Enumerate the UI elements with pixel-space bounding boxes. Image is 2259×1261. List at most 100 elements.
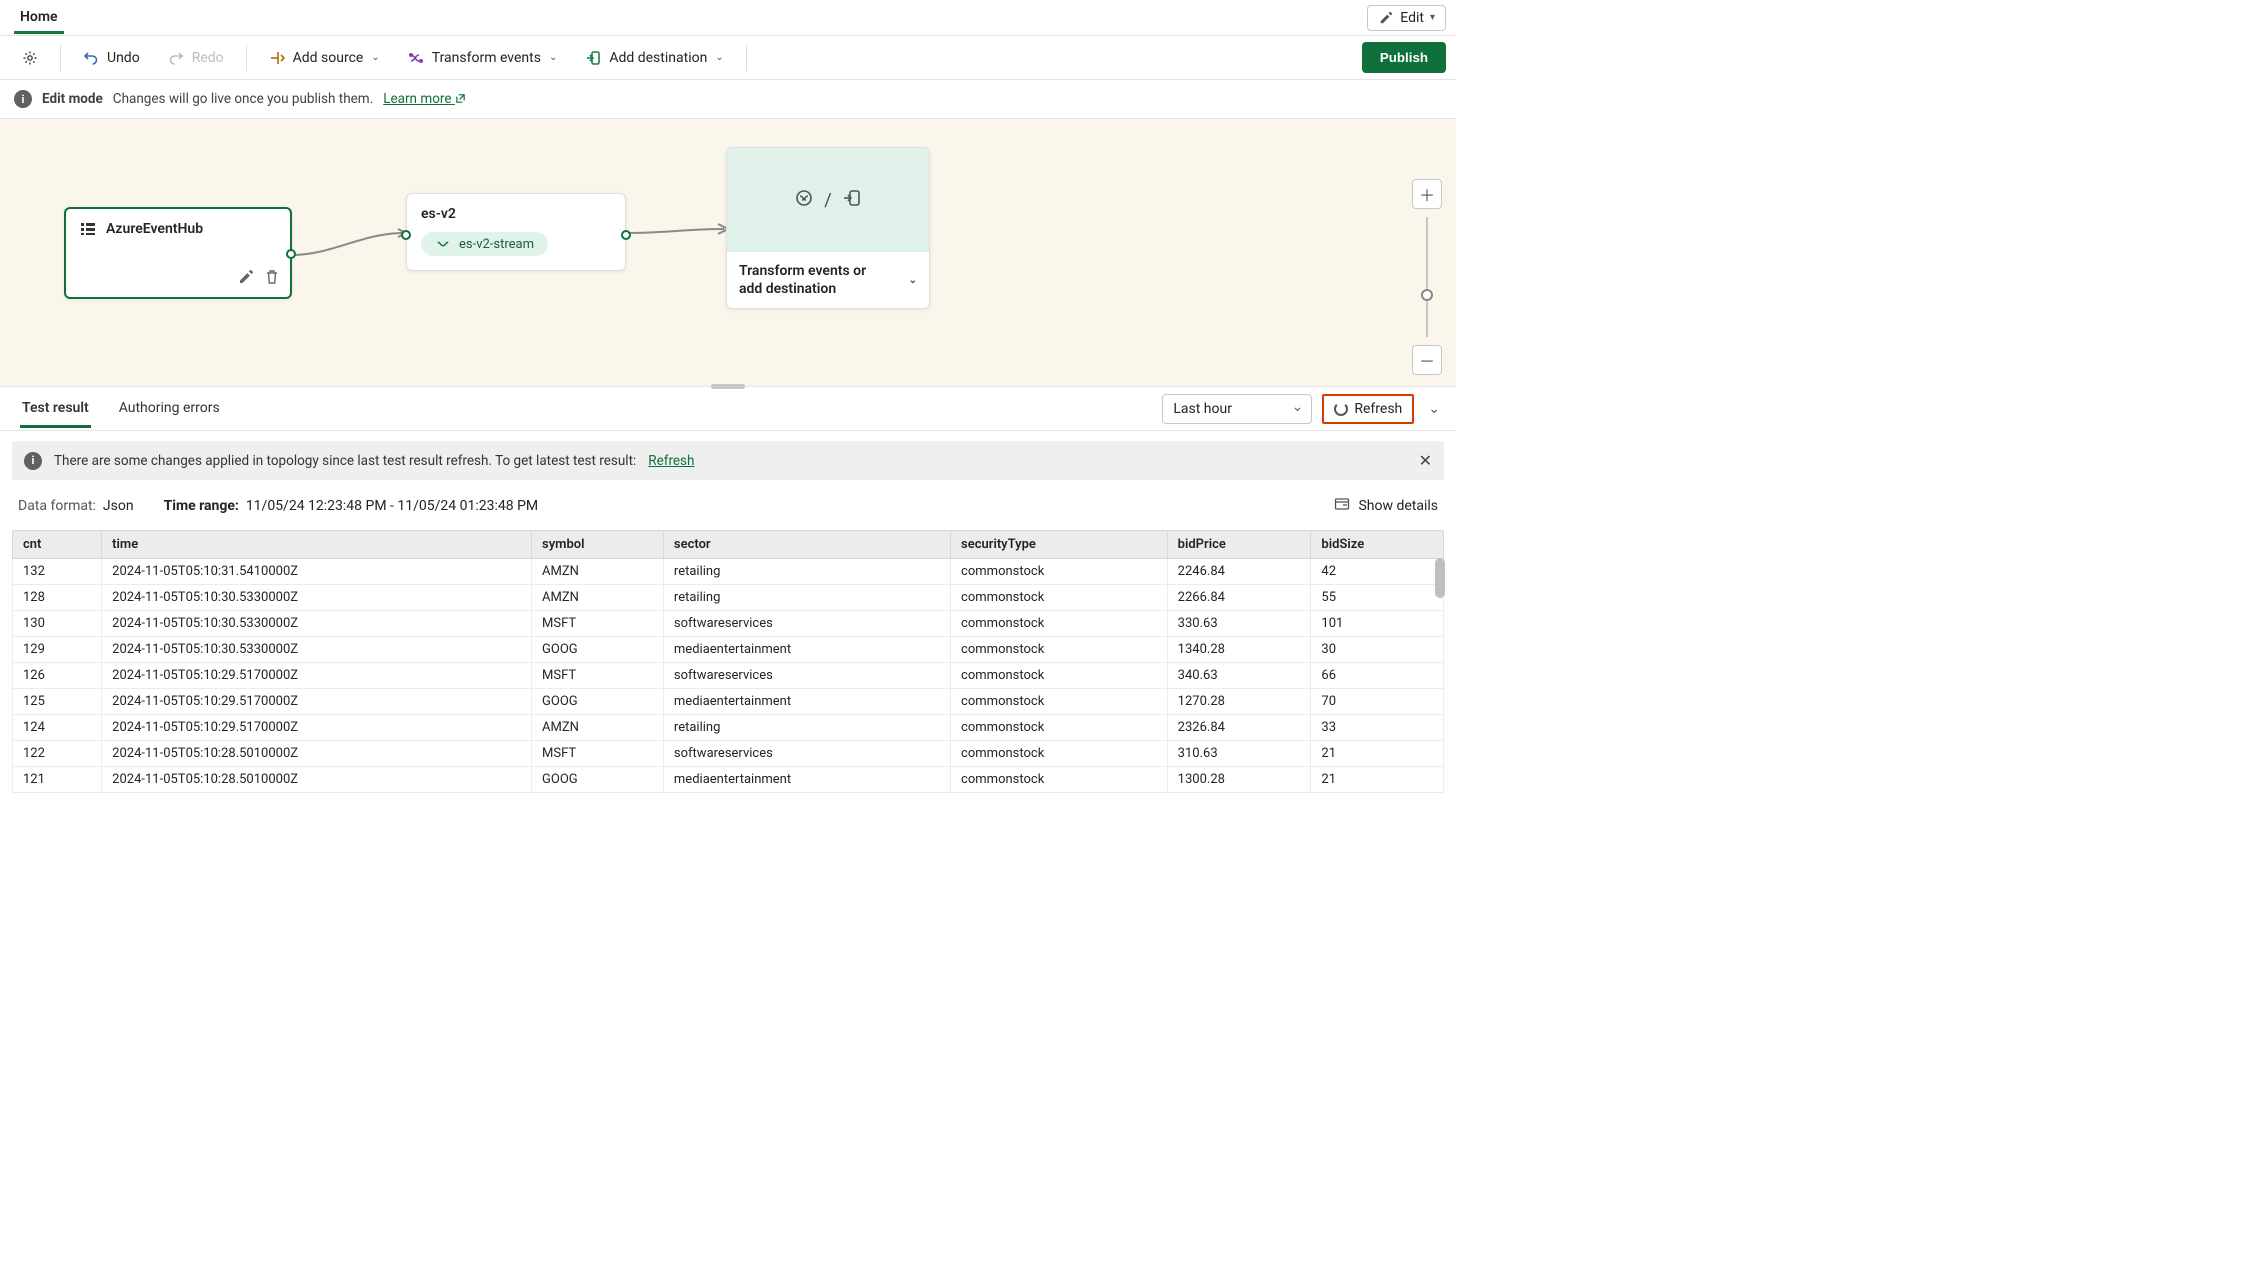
pipeline-canvas[interactable]: AzureEventHub es-v2 es-v2-stream (0, 119, 1456, 387)
add-destination-icon (585, 50, 601, 66)
column-header[interactable]: cnt (13, 531, 102, 559)
redo-label: Redo (192, 50, 224, 66)
table-cell: mediaentertainment (663, 767, 950, 793)
time-range-dropdown[interactable]: Last hour (1162, 394, 1312, 424)
table-cell: commonstock (951, 663, 1168, 689)
node-stream-esv2[interactable]: es-v2 es-v2-stream (406, 193, 626, 271)
separator (60, 45, 61, 71)
node-source-title: AzureEventHub (106, 221, 203, 237)
table-cell: 33 (1311, 715, 1444, 741)
port-out[interactable] (621, 230, 631, 240)
table-cell: commonstock (951, 741, 1168, 767)
table-cell: 55 (1311, 585, 1444, 611)
tab-home[interactable]: Home (14, 1, 64, 34)
table-row[interactable]: 1222024-11-05T05:10:28.5010000ZMSFTsoftw… (13, 741, 1444, 767)
transform-icon (408, 50, 424, 66)
transform-label: Transform events (432, 50, 541, 66)
port-out[interactable] (286, 249, 296, 259)
column-header[interactable]: bidPrice (1167, 531, 1311, 559)
table-row[interactable]: 1212024-11-05T05:10:28.5010000ZGOOGmedia… (13, 767, 1444, 793)
add-source-button[interactable]: Add source ⌄ (257, 44, 392, 72)
table-row[interactable]: 1302024-11-05T05:10:30.5330000ZMSFTsoftw… (13, 611, 1444, 637)
table-row[interactable]: 1292024-11-05T05:10:30.5330000ZGOOGmedia… (13, 637, 1444, 663)
add-source-label: Add source (293, 50, 364, 66)
column-header[interactable]: sector (663, 531, 950, 559)
table-cell: MSFT (532, 741, 664, 767)
delete-node-icon[interactable] (264, 269, 280, 289)
edit-mode-title: Edit mode (42, 91, 103, 107)
details-icon (1334, 496, 1350, 516)
tab-authoring-errors[interactable]: Authoring errors (117, 389, 222, 428)
port-in[interactable] (401, 230, 411, 240)
stale-results-banner: i There are some changes applied in topo… (12, 441, 1444, 480)
separator (246, 45, 247, 71)
refresh-menu-chevron[interactable]: ⌄ (1424, 399, 1444, 419)
table-row[interactable]: 1322024-11-05T05:10:31.5410000ZAMZNretai… (13, 559, 1444, 585)
data-format-value: Json (103, 498, 134, 514)
edit-dropdown-button[interactable]: Edit ▾ (1367, 5, 1446, 31)
table-cell: GOOG (532, 637, 664, 663)
transform-events-button[interactable]: Transform events ⌄ (396, 44, 570, 72)
transform-placeholder-icon (794, 188, 814, 213)
show-details-button[interactable]: Show details (1334, 496, 1438, 516)
separator (746, 45, 747, 71)
table-scrollbar[interactable] (1435, 558, 1445, 598)
edit-mode-message: Changes will go live once you publish th… (113, 91, 373, 107)
caret-down-icon: ⌄ (715, 52, 723, 63)
undo-icon (83, 50, 99, 66)
results-table: cnttimesymbolsectorsecurityTypebidPriceb… (12, 530, 1444, 793)
zoom-in-button[interactable]: ＋ (1412, 179, 1442, 209)
table-cell: 132 (13, 559, 102, 585)
resize-grip[interactable] (711, 384, 745, 389)
tab-test-result[interactable]: Test result (20, 389, 91, 428)
chevron-down-icon[interactable]: ⌄ (909, 274, 917, 287)
table-cell: 2024-11-05T05:10:29.5170000Z (102, 715, 532, 741)
undo-label: Undo (107, 50, 140, 66)
publish-button[interactable]: Publish (1362, 42, 1446, 73)
refresh-button-highlighted[interactable]: Refresh (1322, 394, 1414, 424)
table-cell: 1270.28 (1167, 689, 1311, 715)
column-header[interactable]: securityType (951, 531, 1168, 559)
table-cell: 125 (13, 689, 102, 715)
settings-button[interactable] (10, 44, 50, 72)
zoom-slider-thumb[interactable] (1421, 289, 1433, 301)
table-row[interactable]: 1282024-11-05T05:10:30.5330000ZAMZNretai… (13, 585, 1444, 611)
table-row[interactable]: 1252024-11-05T05:10:29.5170000ZGOOGmedia… (13, 689, 1444, 715)
table-cell: 126 (13, 663, 102, 689)
stream-chip[interactable]: es-v2-stream (421, 232, 548, 256)
table-cell: commonstock (951, 611, 1168, 637)
time-range-display: 11/05/24 12:23:48 PM - 11/05/24 01:23:48… (246, 498, 538, 514)
table-cell: mediaentertainment (663, 637, 950, 663)
table-cell: MSFT (532, 663, 664, 689)
zoom-slider[interactable] (1426, 217, 1428, 337)
node-source-azureeventhub[interactable]: AzureEventHub (64, 207, 292, 299)
stale-results-message: There are some changes applied in topolo… (54, 453, 636, 469)
redo-button[interactable]: Redo (156, 44, 236, 72)
table-cell: 2024-11-05T05:10:30.5330000Z (102, 611, 532, 637)
undo-button[interactable]: Undo (71, 44, 152, 72)
table-cell: commonstock (951, 715, 1168, 741)
table-row[interactable]: 1262024-11-05T05:10:29.5170000ZMSFTsoftw… (13, 663, 1444, 689)
add-destination-button[interactable]: Add destination ⌄ (573, 44, 735, 72)
node-target-placeholder[interactable]: / Transform events or add destination ⌄ (726, 147, 930, 309)
column-header[interactable]: time (102, 531, 532, 559)
refresh-label: Refresh (1354, 401, 1402, 417)
edit-mode-banner: i Edit mode Changes will go live once yo… (0, 80, 1456, 119)
add-destination-label: Add destination (609, 50, 707, 66)
time-range-value: Last hour (1173, 401, 1232, 417)
close-banner-icon[interactable]: ✕ (1419, 451, 1432, 470)
table-cell: 1300.28 (1167, 767, 1311, 793)
learn-more-link[interactable]: Learn more (383, 91, 466, 107)
zoom-out-button[interactable]: － (1412, 345, 1442, 375)
table-cell: 340.63 (1167, 663, 1311, 689)
table-cell: 310.63 (1167, 741, 1311, 767)
table-cell: 128 (13, 585, 102, 611)
table-cell: softwareservices (663, 611, 950, 637)
table-cell: GOOG (532, 689, 664, 715)
column-header[interactable]: symbol (532, 531, 664, 559)
table-row[interactable]: 1242024-11-05T05:10:29.5170000ZAMZNretai… (13, 715, 1444, 741)
table-cell: 70 (1311, 689, 1444, 715)
column-header[interactable]: bidSize (1311, 531, 1444, 559)
edit-node-icon[interactable] (238, 269, 254, 289)
refresh-link[interactable]: Refresh (648, 453, 694, 469)
